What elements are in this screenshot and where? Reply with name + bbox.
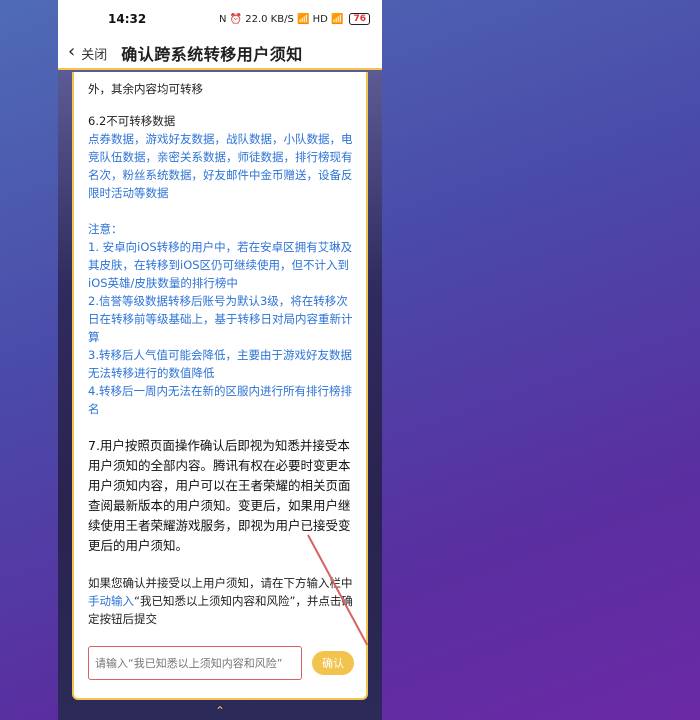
notice-4: 4.转移后一周内无法在新的区服内进行所有排行榜排名 xyxy=(88,384,352,416)
final-instruction-part1: 如果您确认并接受以上用户须知，请在下方输入栏中 xyxy=(88,576,353,590)
battery-icon: 76 xyxy=(349,13,370,25)
notice-title: 注意： xyxy=(88,222,123,236)
manual-input-link: 手动输入 xyxy=(88,594,134,608)
caret-up-icon: ⌃ xyxy=(214,704,226,718)
confirm-text-input[interactable] xyxy=(88,646,303,680)
notice-1: 1. 安卓向iOS转移的用户中，若在安卓区拥有艾琳及其皮肤，在转移到iOS区仍可… xyxy=(88,240,353,290)
close-button[interactable]: ‹ 关闭 xyxy=(68,41,108,63)
confirm-row: 确认 xyxy=(88,646,354,680)
section-6-2-title: 6.2不可转移数据 xyxy=(88,114,176,128)
notice-3: 3.转移后人气值可能会降低，主要由于游戏好友数据无法转移进行的数值降低 xyxy=(88,348,352,380)
page-title: 确认跨系统转移用户须知 xyxy=(121,45,303,64)
status-icons-text: N ⏰ 22.0 KB/S 📶 HD 📶 xyxy=(218,13,344,25)
intro-line: 外，其余内容均可转移 xyxy=(88,82,203,96)
notice-content: 外，其余内容均可转移 6.2不可转移数据 点券数据，游戏好友数据，战队数据，小队… xyxy=(74,72,366,628)
confirm-button[interactable]: 确认 xyxy=(312,651,354,675)
section-6-2-text: 点券数据，游戏好友数据，战队数据，小队数据，电竞队伍数据，亲密关系数据，师徒数据… xyxy=(88,132,353,200)
notice-panel: 外，其余内容均可转移 6.2不可转移数据 点券数据，游戏好友数据，战队数据，小队… xyxy=(72,72,368,700)
header: ‹ 关闭 确认跨系统转移用户须知 xyxy=(58,38,382,70)
final-instruction: 如果您确认并接受以上用户须知，请在下方输入栏中手动输入“我已知悉以上须知内容和风… xyxy=(88,574,354,628)
notice-2: 2.信誉等级数据转移后账号为默认3级，将在转移次日在转移前等级基础上，基于转移日… xyxy=(88,294,353,344)
close-label: 关闭 xyxy=(81,47,108,63)
status-bar: 14:32 N ⏰ 22.0 KB/S 📶 HD 📶 76 xyxy=(58,0,382,38)
status-time: 14:32 xyxy=(108,12,147,26)
chevron-left-icon: ‹ xyxy=(68,41,76,62)
status-icons: N ⏰ 22.0 KB/S 📶 HD 📶 76 xyxy=(219,13,370,25)
phone-screen: 14:32 N ⏰ 22.0 KB/S 📶 HD 📶 76 ‹ 关闭 确认跨系统… xyxy=(58,0,382,720)
battery-level: 76 xyxy=(353,14,366,24)
section-7: 7.用户按照页面操作确认后即视为知悉并接受本用户须知的全部内容。腾讯有权在必要时… xyxy=(88,438,351,553)
